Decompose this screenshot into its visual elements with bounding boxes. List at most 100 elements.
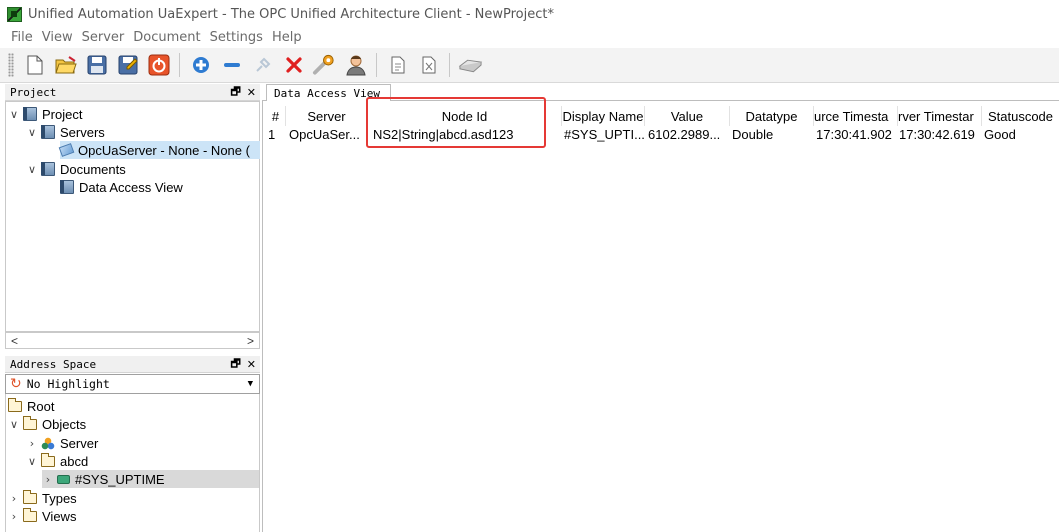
menu-server[interactable]: Server [82, 30, 125, 45]
column-header-statuscode[interactable]: Statuscode [982, 106, 1059, 126]
tree-label: OpcUaServer - None - None ( [78, 142, 250, 158]
menu-settings[interactable]: Settings [210, 30, 263, 45]
tree-label: abcd [60, 453, 89, 469]
float-icon[interactable]: 🗗 [230, 355, 240, 374]
menu-view[interactable]: View [42, 30, 73, 45]
table-cell-server-timestamp[interactable]: 17:30:42.619 [899, 125, 982, 143]
toolbar-separator [376, 53, 377, 77]
refresh-icon[interactable]: ↻ [10, 376, 22, 392]
tab-data-access-view[interactable]: Data Access View [266, 84, 391, 101]
table-cell-statuscode[interactable]: Good [984, 125, 1059, 143]
save-as-icon[interactable] [115, 53, 140, 78]
chevron-right-icon[interactable]: › [8, 492, 20, 505]
chevron-right-icon[interactable]: › [8, 510, 20, 523]
chevron-right-icon[interactable]: › [26, 437, 38, 450]
server-object-icon [41, 436, 55, 450]
tree-item-sys-uptime[interactable]: › #SYS_UPTIME [42, 470, 259, 488]
tree-item-data-access-view[interactable]: Data Access View [60, 178, 183, 196]
table-cell-source-timestamp[interactable]: 17:30:41.902 [816, 125, 898, 143]
close-icon[interactable]: ✕ [247, 86, 256, 99]
tree-item-abcd[interactable]: ∨ abcd [26, 452, 88, 470]
column-header-index[interactable]: # [266, 106, 286, 126]
add-server-icon[interactable] [188, 53, 213, 78]
table-cell-datatype[interactable]: Double [732, 125, 814, 143]
address-panel-buttons: 🗗 ✕ [230, 356, 256, 373]
servers-folder-icon [41, 125, 55, 139]
tree-item-project[interactable]: ∨ Project [8, 105, 83, 123]
menu-document[interactable]: Document [133, 30, 200, 45]
server-connection-icon [58, 143, 75, 157]
column-header-display-name[interactable]: Display Name [562, 106, 645, 126]
network-icon[interactable] [458, 53, 483, 78]
tree-label: Server [60, 435, 99, 451]
table-cell-server[interactable]: OpcUaSer... [289, 125, 368, 143]
table-cell-node-id[interactable]: NS2|String|abcd.asd123 [373, 125, 562, 143]
tree-item-root[interactable]: Root [8, 397, 54, 415]
tree-item-server[interactable]: › Server [26, 434, 99, 452]
column-header-node-id[interactable]: Node Id [368, 106, 562, 126]
chevron-down-icon[interactable]: ∨ [26, 163, 38, 176]
connect-icon[interactable] [250, 53, 275, 78]
address-space-title: Address Space [10, 357, 97, 371]
remove-document-icon[interactable] [416, 53, 441, 78]
close-icon[interactable]: ✕ [247, 358, 256, 371]
chevron-down-icon[interactable]: ∨ [26, 455, 38, 468]
menu-help[interactable]: Help [272, 30, 302, 45]
address-space-tree: Root ∨ Objects › Server ∨ abcd › #SYS_UP… [5, 374, 260, 532]
tree-label: Views [42, 508, 77, 524]
tree-label: Root [27, 398, 55, 414]
project-tree: ∨ Project ∨ Servers OpcUaServer - None -… [5, 101, 260, 332]
table-cell-display-name[interactable]: #SYS_UPTI... [564, 125, 645, 143]
column-header-datatype[interactable]: Datatype [730, 106, 814, 126]
menu-file[interactable]: File [11, 30, 33, 45]
user-icon[interactable] [343, 53, 368, 78]
menu-bar: File View Server Document Settings Help [0, 27, 311, 47]
power-icon[interactable] [146, 53, 171, 78]
scroll-left-icon[interactable]: < [11, 334, 18, 348]
save-icon[interactable] [84, 53, 109, 78]
settings-icon[interactable] [312, 53, 337, 78]
folder-icon [8, 397, 22, 412]
remove-server-icon[interactable] [219, 53, 244, 78]
chevron-right-icon[interactable]: › [42, 473, 54, 486]
tree-item-views[interactable]: › Views [8, 507, 76, 525]
tree-item-opcuaserver[interactable]: OpcUaServer - None - None ( [58, 141, 260, 159]
tree-item-types[interactable]: › Types [8, 489, 77, 507]
scroll-right-icon[interactable]: > [247, 334, 254, 348]
tree-label: Types [42, 490, 77, 506]
float-icon[interactable]: 🗗 [230, 83, 240, 102]
table-cell-index[interactable]: 1 [268, 125, 286, 143]
highlight-dropdown[interactable]: ↻ No Highlight ▼ [5, 374, 260, 394]
chevron-down-icon[interactable]: ▼ [248, 379, 253, 389]
toolbar-grip[interactable] [8, 53, 14, 77]
variable-icon [57, 474, 70, 484]
window-title: Unified Automation UaExpert - The OPC Un… [28, 6, 554, 22]
tree-item-objects[interactable]: ∨ Objects [8, 415, 86, 433]
disconnect-icon[interactable] [281, 53, 306, 78]
column-header-server-timestamp[interactable]: rver Timestar [898, 106, 982, 126]
chevron-down-icon[interactable]: ∨ [26, 126, 38, 139]
project-panel-title: Project [10, 85, 57, 99]
main-toolbar [0, 48, 1059, 83]
tree-label: Data Access View [79, 179, 183, 195]
folder-icon [41, 452, 55, 467]
tab-label: Data Access View [274, 86, 380, 100]
tree-label: Documents [60, 161, 126, 177]
tree-label: Servers [60, 124, 105, 140]
new-document-icon[interactable] [22, 53, 47, 78]
project-icon [23, 107, 37, 121]
document-area [262, 100, 1059, 532]
chevron-down-icon[interactable]: ∨ [8, 108, 20, 121]
project-horizontal-scrollbar[interactable]: < > [5, 332, 260, 349]
column-header-server[interactable]: Server [286, 106, 368, 126]
folder-icon [23, 489, 37, 504]
chevron-down-icon[interactable]: ∨ [8, 418, 20, 431]
table-cell-value[interactable]: 6102.2989... [648, 125, 730, 143]
tree-item-documents[interactable]: ∨ Documents [26, 160, 126, 178]
tree-item-servers[interactable]: ∨ Servers [26, 123, 105, 141]
column-header-source-timestamp[interactable]: urce Timesta [814, 106, 898, 126]
folder-icon [23, 415, 37, 430]
open-folder-icon[interactable] [53, 53, 78, 78]
column-header-value[interactable]: Value [645, 106, 730, 126]
add-document-icon[interactable] [385, 53, 410, 78]
